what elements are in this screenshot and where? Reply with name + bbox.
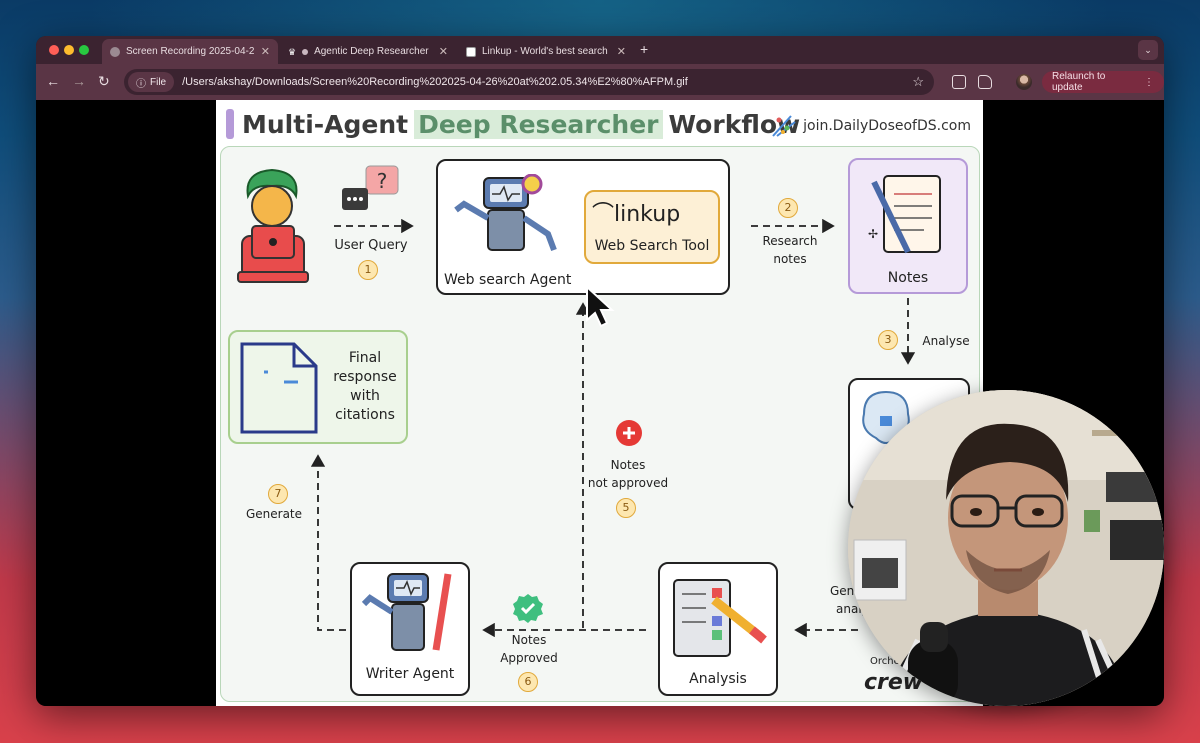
presenter-video <box>848 390 1164 706</box>
zoom-window-button[interactable] <box>79 45 89 55</box>
web-search-agent-label: Web search Agent <box>444 272 572 288</box>
writer-robot-icon <box>361 573 452 651</box>
tab-search-button[interactable]: ⌄ <box>1138 40 1158 60</box>
browser-toolbar: ← → ↻ ⓘ File /Users/akshay/Downloads/Scr… <box>36 64 1164 100</box>
globe-icon <box>110 46 120 57</box>
not-approved-label-2: not approved <box>587 476 669 490</box>
search-icon <box>302 48 309 55</box>
notion-extension-icon[interactable] <box>952 75 966 89</box>
webcam-overlay <box>848 390 1164 706</box>
robot-icon <box>454 174 557 252</box>
not-approved-icon <box>616 420 642 446</box>
final-response-label-4: citations <box>335 407 395 423</box>
research-notes-label-1: Research <box>762 234 818 248</box>
user-query-label: User Query <box>334 238 408 253</box>
web-search-tool-label: Web Search Tool <box>594 238 710 254</box>
step-badge-1: 1 <box>358 260 378 280</box>
research-notes-label-2: notes <box>773 252 807 266</box>
relaunch-to-update-button[interactable]: Relaunch to update ⋮ <box>1042 71 1164 93</box>
tab-close-icon[interactable]: ✕ <box>439 45 448 58</box>
more-menu-icon: ⋮ <box>1144 76 1154 88</box>
writer-agent-label: Writer Agent <box>365 666 455 682</box>
document-icon <box>240 342 318 434</box>
tab-bar: Screen Recording 2025-04-2 ✕ ♛ Agentic D… <box>36 36 1164 64</box>
notes-label: Notes <box>887 270 929 286</box>
address-bar[interactable]: ⓘ File /Users/akshay/Downloads/Screen%20… <box>124 69 934 95</box>
final-response-label-2: response <box>333 369 397 385</box>
crown-icon: ♛ <box>288 46 297 57</box>
step-badge-3: 3 <box>878 330 898 350</box>
minimize-window-button[interactable] <box>64 45 74 55</box>
generate-label: Generate <box>245 507 303 521</box>
tab-linkup[interactable]: Linkup - World's best search ✕ <box>458 39 634 64</box>
user-avatar-icon <box>237 168 309 283</box>
tab-close-icon[interactable]: ✕ <box>617 45 626 58</box>
forward-button[interactable]: → <box>72 73 86 89</box>
notes-document-icon: ✢ <box>868 175 941 254</box>
reload-button[interactable]: ↻ <box>98 73 110 90</box>
step-badge-2: 2 <box>778 198 798 218</box>
info-icon: ⓘ <box>136 78 146 90</box>
tab-agentic-deep-researcher[interactable]: ♛ Agentic Deep Researcher ✕ <box>280 39 456 64</box>
final-response-label-1: Final <box>348 350 382 366</box>
tab-screen-recording[interactable]: Screen Recording 2025-04-2 ✕ <box>102 39 278 64</box>
final-response-label-3: with <box>350 388 380 404</box>
checklist-icon <box>673 579 767 657</box>
mouse-cursor-icon <box>586 284 615 328</box>
step-badge-6: 6 <box>518 672 538 692</box>
chat-bubbles-icon: ? <box>342 165 399 210</box>
tab-close-icon[interactable]: ✕ <box>261 45 270 58</box>
not-approved-label-1: Notes <box>610 458 646 472</box>
approved-label-1: Notes <box>511 633 547 647</box>
linkup-favicon-icon <box>466 46 476 57</box>
close-window-button[interactable] <box>49 45 59 55</box>
site-info-chip[interactable]: ⓘ File <box>128 72 175 92</box>
step-badge-5: 5 <box>616 498 636 518</box>
approved-label-2: Approved <box>500 651 558 665</box>
approved-check-icon <box>513 594 543 623</box>
bookmark-star-icon[interactable]: ☆ <box>912 74 924 90</box>
extensions-puzzle-icon[interactable] <box>978 75 992 89</box>
svg-text:?: ? <box>377 169 388 193</box>
svg-text:✢: ✢ <box>868 227 878 241</box>
analysis-label: Analysis <box>689 671 747 687</box>
new-tab-button[interactable]: + <box>640 41 648 57</box>
back-button[interactable]: ← <box>46 73 60 89</box>
url-text[interactable]: /Users/akshay/Downloads/Screen%20Recordi… <box>182 76 688 88</box>
profile-avatar[interactable] <box>1016 74 1032 90</box>
step-badge-7: 7 <box>268 484 288 504</box>
linkup-arc-icon: ⌒ <box>592 202 615 227</box>
linkup-logo: ⌒linkup <box>592 202 681 227</box>
analyse-label: Analyse <box>922 334 970 348</box>
